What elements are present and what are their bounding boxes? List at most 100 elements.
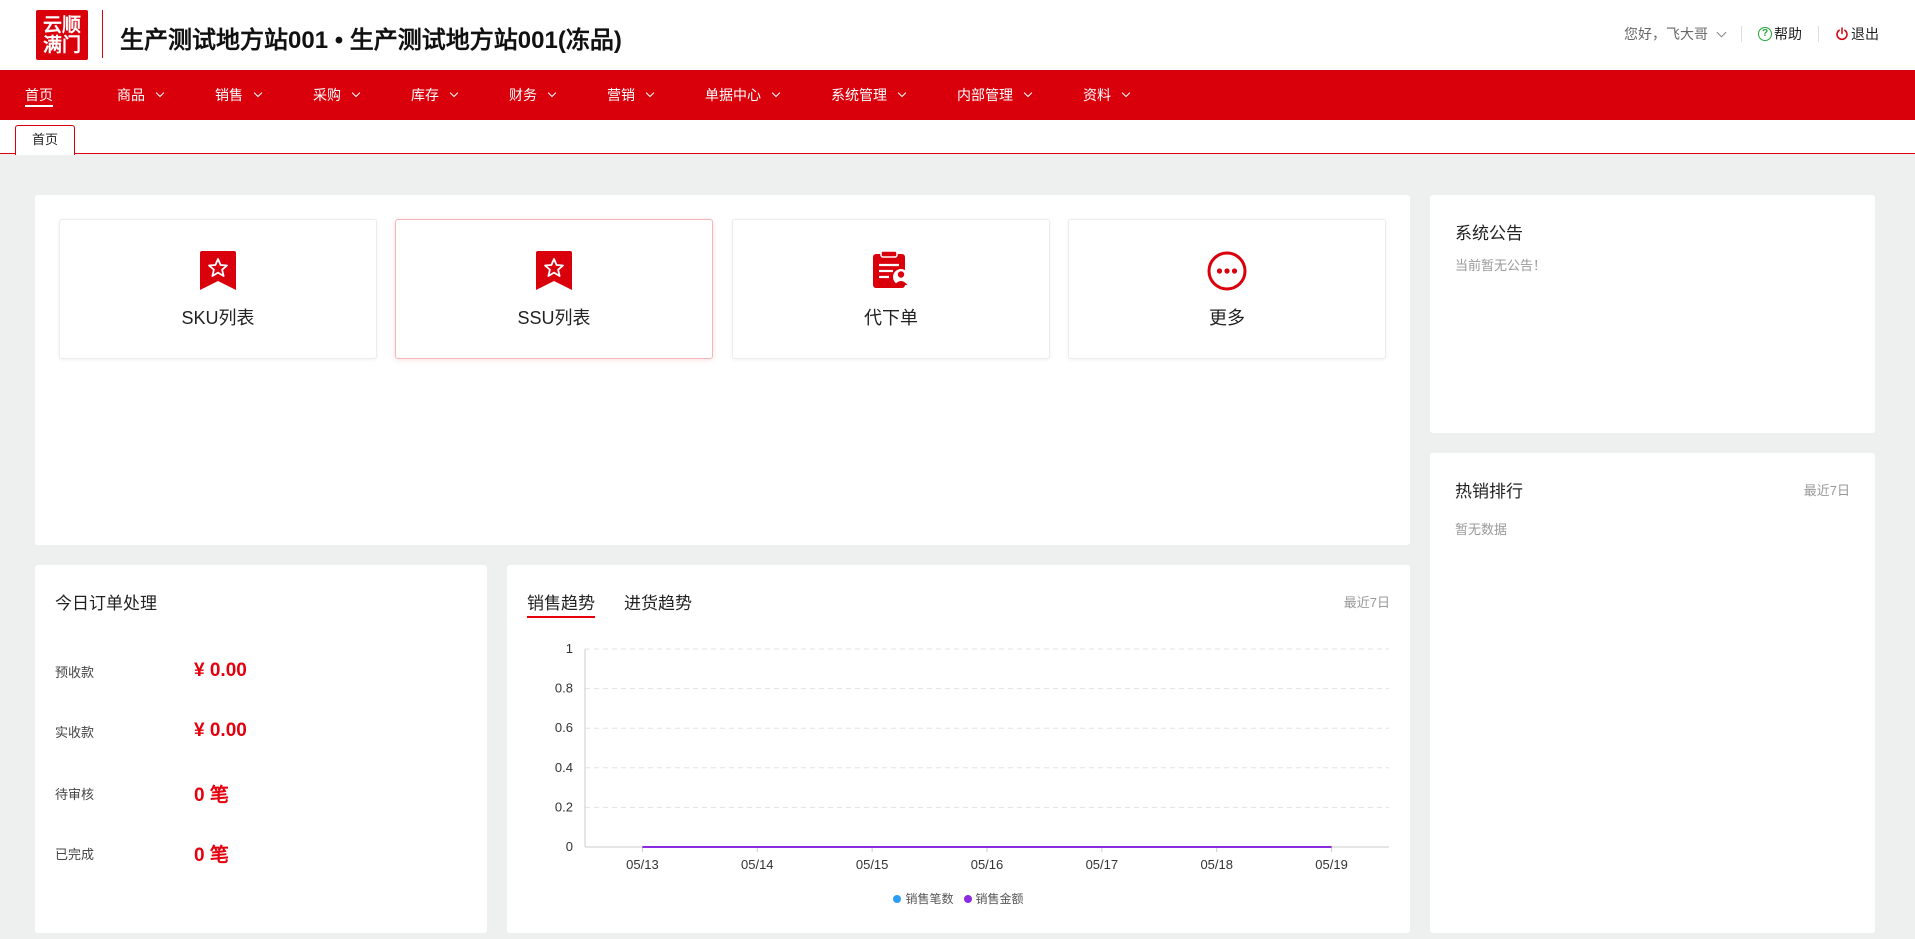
nav-item-documents[interactable]: 单据中心 (705, 70, 781, 120)
nav-label: 销售 (215, 87, 243, 103)
nav-item-internal[interactable]: 内部管理 (957, 70, 1033, 120)
nav-item-marketing[interactable]: 营销 (607, 70, 655, 120)
shortcut-label: SSU列表 (517, 308, 591, 328)
order-row-received: 实收款 ¥ 0.00 (55, 720, 247, 742)
order-value: 0 笔 (194, 845, 229, 866)
nav-item-system[interactable]: 系统管理 (831, 70, 907, 120)
shortcut-sku-list[interactable]: SKU列表 (59, 219, 377, 359)
today-orders-title: 今日订单处理 (55, 594, 157, 613)
announcement-empty-text: 当前暂无公告！ (1455, 258, 1547, 273)
order-label: 已完成 (55, 847, 95, 862)
logo-divider (102, 10, 103, 58)
brand-logo[interactable]: 云顺 满门 (36, 10, 88, 60)
order-row-completed: 已完成 0 笔 (55, 840, 229, 867)
tab-home[interactable]: 首页 (15, 125, 75, 155)
power-icon (1836, 27, 1848, 41)
x-tick-label: 05/13 (626, 857, 659, 872)
user-area: 您好，飞大哥 ? 帮助 退出 (1624, 24, 1879, 44)
nav-label: 内部管理 (957, 87, 1013, 103)
logout-link[interactable]: 退出 (1835, 24, 1879, 44)
nav-label: 商品 (117, 87, 145, 103)
legend-item-count[interactable]: 销售笔数 (893, 890, 954, 907)
nav-item-inventory[interactable]: 库存 (411, 70, 459, 120)
y-tick-label: 0.4 (555, 760, 573, 775)
order-label: 实收款 (55, 724, 95, 740)
ribbon-star-icon (200, 251, 236, 290)
nav-item-finance[interactable]: 财务 (509, 70, 557, 120)
user-greeting: 您好，飞大哥 (1624, 26, 1708, 42)
app-title: 生产测试地方站001 • 生产测试地方站001(冻品) (120, 27, 622, 54)
order-row-prepaid: 预收款 ¥ 0.00 (55, 660, 247, 682)
chevron-down-icon (253, 88, 263, 98)
chevron-down-icon (547, 88, 557, 98)
nav-item-purchasing[interactable]: 采购 (313, 70, 361, 120)
chevron-down-icon (1716, 27, 1727, 37)
help-link[interactable]: ? 帮助 (1758, 24, 1802, 44)
logo-text-line2: 满门 (42, 34, 81, 56)
nav-item-home[interactable]: 首页 (25, 70, 53, 120)
nav-label: 采购 (313, 87, 341, 103)
user-menu[interactable]: 您好，飞大哥 (1624, 24, 1727, 44)
order-value: 0 笔 (194, 785, 229, 806)
y-tick-label: 0 (566, 839, 573, 854)
order-value: ¥ 0.00 (194, 660, 247, 681)
chevron-down-icon (351, 88, 361, 98)
x-tick-label: 05/14 (741, 857, 774, 872)
y-tick-label: 1 (566, 641, 573, 656)
x-tick-label: 05/19 (1315, 857, 1348, 872)
divider (1741, 26, 1742, 42)
chevron-down-icon (897, 88, 907, 98)
chevron-down-icon (1023, 88, 1033, 98)
order-label: 待审核 (55, 787, 95, 802)
announcement-panel: 系统公告 当前暂无公告！ (1430, 195, 1875, 433)
shortcut-more[interactable]: 更多 (1068, 219, 1386, 359)
y-tick-label: 0.2 (555, 799, 573, 814)
x-tick-label: 05/18 (1200, 857, 1233, 872)
shortcut-label: SKU列表 (181, 308, 255, 328)
shortcut-place-order[interactable]: 代下单 (732, 219, 1050, 359)
chevron-down-icon (449, 88, 459, 98)
nav-label: 资料 (1083, 87, 1111, 103)
nav-label: 财务 (509, 87, 537, 103)
shortcut-label: 代下单 (864, 308, 918, 328)
nav-label: 营销 (607, 87, 635, 103)
legend-dot (963, 894, 972, 903)
nav-item-products[interactable]: 商品 (117, 70, 165, 120)
chevron-down-icon (645, 88, 655, 98)
trend-line-chart: 0 0.2 0.4 0.6 0.8 1 05/13 05/14 05/15 05/16 05/17 0… (555, 641, 1389, 872)
y-tick-label: 0.6 (555, 720, 573, 735)
legend-dot (893, 894, 902, 903)
trend-panel: 销售趋势 进货趋势 最近7日 0 0.2 0.4 0.6 0.8 1 05/13 05/14 0… (507, 565, 1410, 933)
x-tick-label: 05/16 (971, 857, 1004, 872)
logout-label: 退出 (1851, 26, 1879, 42)
x-tick-label: 05/17 (1086, 857, 1119, 872)
legend-item-amount[interactable]: 销售金额 (963, 890, 1024, 907)
nav-label: 首页 (25, 87, 53, 103)
divider (1818, 26, 1819, 42)
shortcuts-panel: SKU列表 SSU列表 代下单 更多 (35, 195, 1410, 545)
nav-label: 库存 (411, 87, 439, 103)
order-row-pending-review: 待审核 0 笔 (55, 780, 229, 807)
legend-label: 销售笔数 (905, 892, 954, 906)
order-value: ¥ 0.00 (194, 720, 247, 741)
chevron-down-icon (771, 88, 781, 98)
more-dots-icon (1207, 251, 1247, 291)
nav-label: 系统管理 (831, 87, 887, 103)
shortcut-ssu-list[interactable]: SSU列表 (395, 219, 713, 359)
hot-sales-panel: 热销排行 最近7日 暂无数据 (1430, 453, 1875, 933)
chart-legend: 销售笔数 销售金额 (507, 890, 1410, 907)
logo-text-line1: 云顺 (42, 14, 81, 36)
help-icon: ? (1758, 27, 1772, 41)
nav-item-sales[interactable]: 销售 (215, 70, 263, 120)
hot-sales-title: 热销排行 (1455, 482, 1523, 501)
hot-sales-empty-text: 暂无数据 (1455, 522, 1508, 537)
nav-item-data[interactable]: 资料 (1083, 70, 1131, 120)
main-nav: 首页 商品 销售 采购 库存 财务 营销 单据中心 系统管理 内部管理 资料 (0, 70, 1915, 120)
order-person-icon (873, 250, 909, 288)
chevron-down-icon (155, 88, 165, 98)
order-label: 预收款 (55, 664, 95, 680)
top-header: 云顺 满门 生产测试地方站001 • 生产测试地方站001(冻品) 您好，飞大哥… (0, 0, 1915, 70)
help-label: 帮助 (1774, 26, 1802, 42)
page-tab-bar: 首页 (0, 120, 1915, 155)
y-tick-label: 0.8 (555, 681, 573, 696)
